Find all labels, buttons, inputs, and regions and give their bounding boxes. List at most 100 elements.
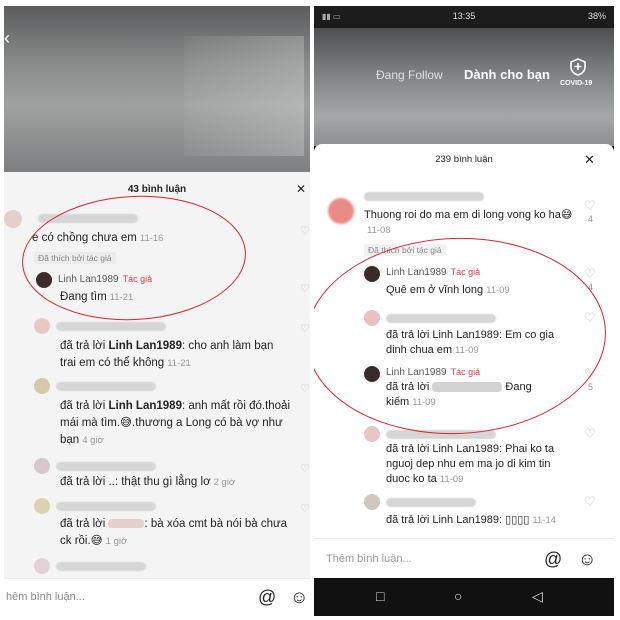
liked-by-author-tag: Đã thích bởi tác giả	[364, 244, 446, 256]
avatar[interactable]	[34, 498, 50, 514]
comment-time: 4 giờ	[82, 435, 104, 446]
tab-for-you[interactable]: Dành cho bạn	[464, 67, 550, 82]
blurred-username	[56, 382, 156, 391]
avatar[interactable]	[34, 378, 50, 394]
author-name[interactable]: Linh Lan1989	[386, 267, 447, 278]
blurred-username	[386, 498, 476, 507]
comment-time: 11-09	[455, 345, 479, 356]
mention-icon[interactable]: @	[258, 587, 276, 608]
comment-time: 11-09	[439, 474, 464, 485]
comment-text: đã trả lời Đang kiếm 11-09	[386, 380, 566, 410]
reply-prefix: đã trả lời	[60, 400, 106, 412]
covid-label[interactable]: COVID-19	[560, 80, 592, 87]
tab-following[interactable]: Đang Follow	[376, 68, 443, 82]
author-reply: Linh Lan1989 Tác giả	[58, 271, 278, 288]
heart-icon[interactable]: ♡	[584, 266, 596, 282]
heart-icon[interactable]: ♡	[300, 502, 310, 515]
heart-icon[interactable]: ♡	[584, 310, 596, 326]
reply-prefix: đã trả lời	[386, 443, 430, 455]
blurred-username	[386, 314, 496, 323]
author-tag: Tác giả	[450, 267, 481, 277]
like-count: 4	[588, 214, 594, 224]
heart-icon[interactable]: ♡	[584, 426, 596, 442]
video-preview[interactable]: Đang Follow Dành cho bạn COVID-19	[314, 28, 614, 146]
mention-icon[interactable]: @	[544, 549, 562, 570]
emoji-icon[interactable]: ☺	[578, 549, 596, 570]
shield-icon[interactable]	[570, 58, 586, 76]
author-avatar[interactable]	[364, 366, 380, 382]
blurred-username	[56, 322, 166, 331]
avatar[interactable]	[4, 210, 22, 228]
comment-text: đã trả lời : bà xóa cmt bà nói bà chưa c…	[60, 516, 292, 550]
comment-body: e có chồng chưa em	[32, 232, 137, 244]
author-avatar[interactable]	[36, 272, 52, 288]
avatar[interactable]	[364, 426, 380, 442]
close-icon[interactable]: ✕	[584, 152, 595, 168]
reply-target[interactable]: Linh Lan1989	[432, 514, 499, 526]
comment-body: : ▯▯▯▯	[499, 514, 530, 526]
author-reply: Linh Lan1989 Tác giả	[386, 364, 480, 381]
heart-icon[interactable]: ♡	[300, 282, 310, 295]
heart-icon[interactable]: ♡	[300, 322, 310, 335]
reply-prefix: đã trả lời	[60, 340, 106, 352]
video-preview[interactable]: ‹	[4, 6, 310, 172]
comment-input[interactable]: hêm bình luận...	[6, 591, 85, 603]
avatar[interactable]	[364, 310, 380, 326]
blurred-username	[386, 430, 496, 439]
blurred-username	[56, 502, 156, 511]
comment-time: 11-14	[532, 515, 556, 526]
comment-text: đã trả lời Linh Lan1989: ▯▯▯▯ 11-14	[386, 512, 586, 529]
comment-time: 11-08	[367, 225, 391, 236]
comment-body: Thuong roi do ma em di long vong ko ha😅	[364, 209, 573, 221]
blurred-username	[56, 462, 156, 471]
comment-time: 11-21	[167, 358, 191, 369]
comment-text: đã trả lời Linh Lan1989: Phai ko ta nguo…	[386, 442, 576, 487]
heart-icon[interactable]: ♡	[584, 198, 596, 214]
recent-apps-icon[interactable]: □	[376, 588, 384, 604]
liked-by-author-tag: Đã thích bởi tác giả	[34, 252, 116, 264]
comment-text: Thuong roi do ma em di long vong ko ha😅 1…	[364, 208, 574, 238]
heart-icon[interactable]: ♡	[300, 224, 310, 237]
reply-prefix: đã trả lời	[386, 514, 430, 526]
back-icon[interactable]: ◁	[532, 588, 543, 605]
reply-target[interactable]: Linh Lan1989	[108, 340, 182, 352]
reply-target[interactable]: Linh Lan1989	[108, 400, 182, 412]
reply-prefix: đã trả lời ..	[60, 476, 115, 488]
comments-sheet: 239 bình luận ✕ Thuong roi do ma em di l…	[314, 144, 614, 578]
blurred-reply-target	[108, 519, 145, 529]
reply-prefix: đã trả lời	[386, 381, 430, 393]
author-reply: Linh Lan1989 Tác giả	[386, 264, 480, 281]
author-name[interactable]: Linh Lan1989	[386, 367, 447, 378]
comment-input[interactable]: Thêm bình luận...	[326, 553, 412, 565]
comment-body: : thật thu gì lẳng lơ	[114, 476, 211, 488]
comment-time: 11-09	[412, 397, 436, 408]
right-screenshot: ▮▮ ▭ 13:35 38% Đang Follow Dành cho bạn …	[314, 6, 614, 616]
avatar[interactable]	[328, 198, 354, 224]
reply-target[interactable]: Linh Lan1989	[432, 329, 499, 341]
comments-sheet: 43 bình luận ✕ e có chồng chưa em 11-16 Đ…	[4, 172, 310, 616]
home-icon[interactable]: ○	[454, 588, 462, 604]
reply-prefix: đã trả lời	[386, 329, 430, 341]
comment-text: Quê em ở vĩnh long 11-09	[386, 282, 510, 299]
close-icon[interactable]: ✕	[296, 182, 306, 196]
author-name[interactable]: Linh Lan1989	[58, 274, 119, 285]
author-avatar[interactable]	[364, 266, 380, 282]
comment-count-title: 239 bình luận	[435, 154, 493, 165]
back-chevron-icon[interactable]: ‹	[4, 28, 10, 49]
comment-text: đã trả lời Linh Lan1989: anh mất rồi đó.…	[60, 398, 292, 449]
battery-level: 38%	[587, 11, 606, 21]
avatar[interactable]	[34, 318, 50, 334]
avatar[interactable]	[364, 494, 380, 510]
comment-body: Đang tìm	[60, 291, 107, 303]
emoji-icon[interactable]: ☺	[290, 587, 308, 608]
comment-text: đã trả lời Linh Lan1989: Em co gia dinh …	[386, 328, 576, 358]
reply-target[interactable]: Linh Lan1989	[432, 443, 499, 455]
avatar[interactable]	[34, 558, 50, 574]
heart-icon[interactable]: ♡	[300, 382, 310, 395]
heart-icon[interactable]: ♡	[584, 494, 596, 510]
avatar[interactable]	[34, 458, 50, 474]
heart-icon[interactable]: ♡	[584, 366, 596, 382]
heart-icon[interactable]: ♡	[300, 462, 310, 475]
status-bar: ▮▮ ▭ 13:35 38%	[314, 6, 614, 28]
comment-text: đã trả lời Linh Lan1989: cho anh làm bạn…	[60, 338, 292, 372]
